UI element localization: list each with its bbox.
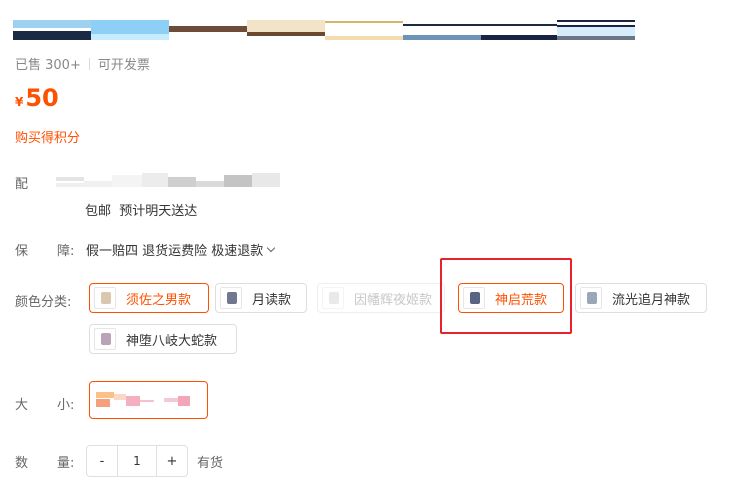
quantity-label-1: 数: [15, 456, 29, 471]
thumbnail-icon: [94, 328, 116, 350]
quantity-stepper[interactable]: - 1 +: [86, 445, 188, 477]
decrement-button[interactable]: -: [87, 446, 117, 476]
shipping-label: 配: [15, 177, 29, 192]
sales-meta: 已售 300+ 可开发票: [15, 54, 150, 73]
guarantee-label-2: 障:: [57, 244, 75, 259]
color-option[interactable]: 月读款: [215, 283, 307, 313]
increment-button[interactable]: +: [157, 446, 187, 476]
color-option[interactable]: 须佐之男款: [89, 283, 209, 313]
guarantee-text: 假一赔四 退货运费险 极速退款: [86, 244, 264, 259]
thumbnail-icon: [220, 287, 242, 309]
selection-highlight-box: [440, 258, 572, 334]
quantity-label-2: 量:: [57, 456, 75, 471]
color-option[interactable]: 流光追月神款: [575, 283, 707, 313]
size-label-1: 大: [15, 398, 29, 413]
shipping-text: 包邮 预计明天送达: [85, 204, 198, 219]
size-option[interactable]: [89, 381, 208, 419]
price: ¥ 50: [15, 84, 59, 112]
shipping-address-blurred[interactable]: [56, 173, 280, 189]
color-option[interactable]: 神堕八岐大蛇款: [89, 324, 237, 354]
currency-symbol: ¥: [15, 95, 24, 109]
thumbnail-icon: [94, 287, 116, 309]
quantity-input[interactable]: 1: [117, 446, 157, 476]
size-label-2: 小:: [57, 398, 75, 413]
image-thumbnail-strip[interactable]: [13, 20, 635, 40]
divider: [88, 57, 90, 70]
thumbnail-icon: [580, 287, 602, 309]
guarantee-label-1: 保: [15, 244, 29, 259]
guarantee-dropdown[interactable]: 假一赔四 退货运费险 极速退款: [86, 240, 276, 259]
price-value: 50: [25, 84, 59, 112]
color-label: 颜色分类:: [15, 295, 72, 310]
sold-count: 已售 300+: [15, 58, 81, 73]
chevron-down-icon: [267, 243, 276, 253]
points-link[interactable]: 购买得积分: [15, 127, 80, 146]
color-option[interactable]: 因幡辉夜姬款: [317, 283, 445, 313]
stock-status: 有货: [197, 456, 224, 471]
thumbnail-icon: [322, 287, 344, 309]
invoice-label: 可开发票: [97, 58, 150, 73]
